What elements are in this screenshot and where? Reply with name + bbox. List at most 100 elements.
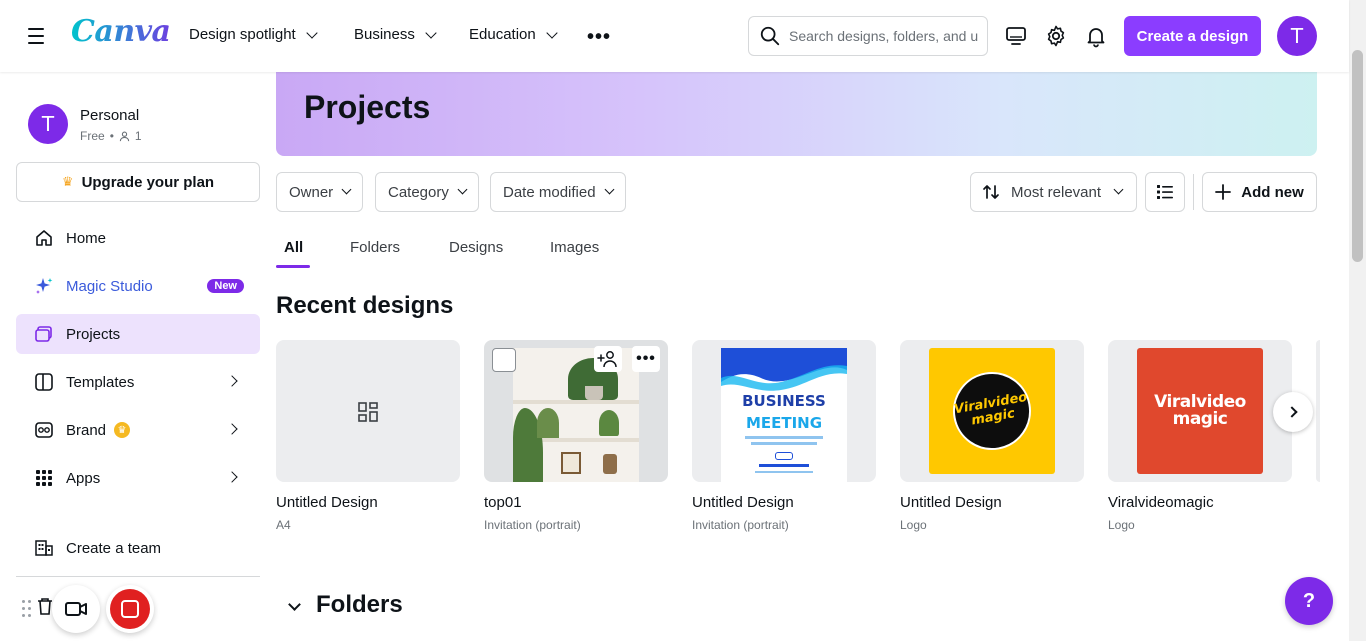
gear-icon[interactable] [1042,22,1070,50]
filter-date-modified[interactable]: Date modified [490,172,626,212]
account-plan: Free [80,129,105,143]
sidebar-item-magic-studio[interactable]: Magic Studio New [16,266,260,306]
nav-label: Design spotlight [189,26,296,43]
filter-label: Owner [289,183,334,201]
select-checkbox[interactable] [492,348,516,372]
list-view-toggle[interactable] [1145,172,1185,212]
bell-icon[interactable] [1082,22,1110,50]
thumbnail-text: Viralvideo magic [1154,392,1246,429]
canva-logo[interactable]: Canva [71,14,171,49]
sidebar-item-label: Home [66,229,107,247]
sidebar-item-label: Brand [66,421,107,439]
add-new-label: Add new [1241,183,1304,201]
brand-icon [34,420,54,440]
chevron-right-icon [226,375,238,387]
stop-icon [110,589,150,629]
chevron-down-icon [1113,184,1124,195]
thumbnail-text: MEETING [745,414,823,432]
sidebar-item-projects[interactable]: Projects [16,314,260,354]
help-button[interactable]: ? [1285,577,1333,625]
apps-grid-icon [34,468,54,488]
search-icon [760,26,780,46]
nav-label: Education [469,26,536,43]
tab-images[interactable]: Images [550,239,599,256]
tab-designs[interactable]: Designs [449,239,503,256]
filter-owner[interactable]: Owner [276,172,364,212]
more-horizontal-icon[interactable]: ••• [587,26,611,49]
upgrade-plan-button[interactable]: ♛ Upgrade your plan [16,162,260,202]
design-card-peek [1316,340,1320,482]
page-title: Projects [304,89,431,125]
design-title[interactable]: top01 [484,494,522,511]
chevron-right-icon [1285,406,1298,418]
design-type: Logo [1108,518,1135,532]
sidebar-item-label: Templates [66,373,135,391]
sidebar-item-apps[interactable]: Apps [16,458,260,498]
chevron-down-icon[interactable] [288,598,301,611]
camera-button[interactable] [52,585,100,633]
drag-handle-icon[interactable] [22,600,34,618]
nav-education[interactable]: Education [469,26,558,43]
design-card[interactable]: ••• [484,340,668,482]
avatar[interactable]: T [1277,16,1317,56]
filter-label: Date modified [503,183,596,201]
desktop-icon[interactable] [1002,22,1030,50]
design-title[interactable]: Untitled Design [276,494,378,511]
sort-label: Most relevant [1011,183,1102,201]
nav-design-spotlight[interactable]: Design spotlight [189,26,318,43]
template-icon [34,372,54,392]
account-name[interactable]: Personal [80,107,139,124]
design-thumbnail: Viralvideo magic [1137,348,1263,474]
filter-category[interactable]: Category [375,172,479,212]
share-people-icon[interactable] [594,346,622,372]
design-title[interactable]: Untitled Design [900,494,1002,511]
create-team-button[interactable]: Create a team [16,528,260,568]
account-meta: Free • 1 [80,129,142,143]
chevron-down-icon [604,184,615,195]
carousel-next-button[interactable] [1273,392,1313,432]
search-input[interactable] [789,28,979,44]
sidebar-item-label: Create a team [66,539,162,557]
design-title[interactable]: Viralvideomagic [1108,494,1214,511]
sidebar-item-label: Projects [66,325,121,343]
sort-icon [983,185,999,199]
chevron-right-icon [226,423,238,435]
more-options-icon[interactable]: ••• [632,346,660,372]
thumbnail-text: Viralvideo magic [946,365,1038,457]
home-icon [34,228,54,248]
add-new-button[interactable]: Add new [1202,172,1317,212]
folder-icon [34,324,54,344]
member-count: 1 [134,129,142,143]
blank-design-icon [358,402,378,422]
design-card[interactable] [276,340,460,482]
design-title[interactable]: Untitled Design [692,494,794,511]
scrollbar-thumb[interactable] [1352,50,1363,262]
sidebar-item-templates[interactable]: Templates [16,362,260,402]
design-card[interactable]: Viralvideo magic [1108,340,1292,482]
sidebar-item-label: Magic Studio [66,277,153,295]
chevron-down-icon [341,184,352,195]
design-card[interactable]: BUSINESS MEETING [692,340,876,482]
sidebar-item-brand[interactable]: Brand ♛ [16,410,260,450]
chevron-right-icon [226,471,238,483]
sidebar-avatar[interactable]: T [28,104,68,144]
sort-dropdown[interactable]: Most relevant [970,172,1137,212]
filter-label: Category [388,183,449,201]
create-design-button[interactable]: Create a design [1124,16,1261,56]
list-icon [1157,185,1173,199]
crown-icon: ♛ [114,422,131,438]
tab-folders[interactable]: Folders [350,239,400,256]
design-type: Invitation (portrait) [692,518,789,532]
folders-heading[interactable]: Folders [316,591,403,619]
design-type: Invitation (portrait) [484,518,581,532]
tab-all[interactable]: All [284,239,303,256]
recent-designs-heading: Recent designs [276,292,454,319]
design-card[interactable]: Viralvideo magic [900,340,1084,482]
new-badge: New [207,279,244,293]
menu-icon[interactable] [24,24,48,48]
nav-business[interactable]: Business [354,26,437,43]
sidebar-item-home[interactable]: Home [16,218,260,258]
page-banner [276,58,1317,156]
search-box[interactable] [748,16,988,56]
stop-recording-button[interactable] [106,585,154,633]
